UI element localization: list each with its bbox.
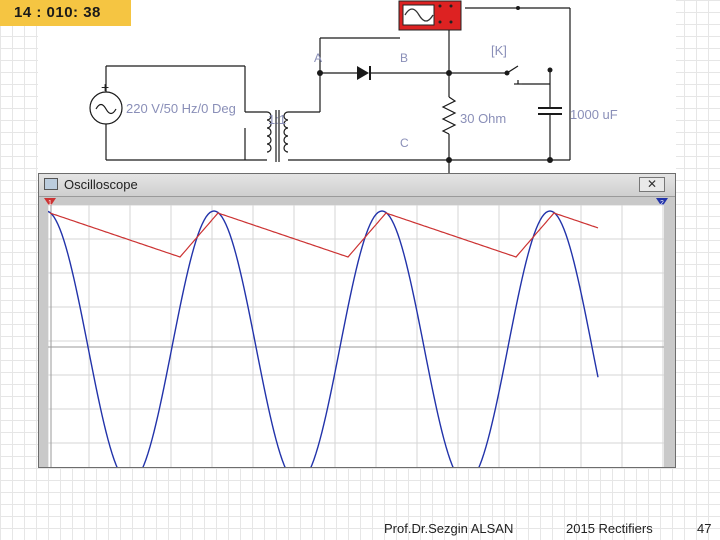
node-c-label: C [400, 136, 409, 150]
oscilloscope-title: Oscilloscope [64, 177, 138, 192]
oscilloscope-display[interactable] [48, 205, 664, 467]
node-b-label: B [400, 51, 409, 65]
footer-course: 2015 Rectifiers [566, 521, 653, 536]
footer-page-number: 47 [697, 521, 712, 536]
capacitor-label: 1000 uF [570, 107, 618, 122]
oscilloscope-window[interactable]: Oscilloscope ✕ 1 2 [38, 173, 676, 468]
close-button[interactable]: ✕ [639, 177, 665, 192]
oscilloscope-titlebar[interactable]: Oscilloscope ✕ [39, 174, 675, 197]
resistor-label: 30 Ohm [460, 111, 507, 126]
diode [357, 66, 369, 80]
oscilloscope-traces [48, 205, 664, 467]
resistor [441, 96, 457, 135]
node-a-label: A [314, 51, 323, 65]
source-polarity-label: + [101, 79, 110, 95]
switch-label: [K] [491, 43, 507, 58]
output-voltage-trace [49, 212, 599, 258]
transformer-ratio-label: 1:1 [268, 112, 287, 127]
source-label: 220 V/50 Hz/0 Deg [126, 101, 236, 116]
footer-author: Prof.Dr.Sezgin ALSAN [384, 521, 514, 536]
oscilloscope-app-icon [44, 178, 58, 190]
